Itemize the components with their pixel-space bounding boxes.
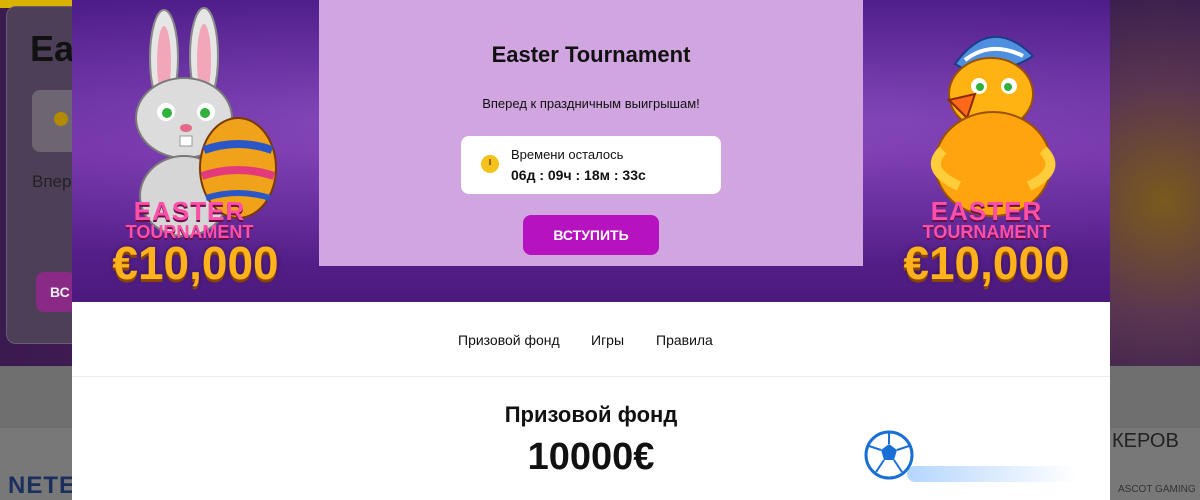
chick-illustration: EASTER TOURNAMENT €10,000 <box>863 0 1110 302</box>
prize-fund-title: Призовой фонд <box>504 402 678 427</box>
background-right-text: КЕРОВ <box>1112 430 1179 452</box>
football-icon <box>864 430 914 480</box>
countdown-value: 06д : 09ч : 18м : 33с <box>511 167 646 183</box>
background-right-art <box>1108 0 1200 366</box>
bunny-illustration: EASTER TOURNAMENT €10,000 <box>72 0 319 302</box>
promo-amount-text-right: €10,000 <box>903 237 1070 289</box>
tournament-subtitle: Вперед к праздничным выигрышам! <box>482 96 700 111</box>
banner-center-panel: Easter Tournament Вперед к праздничным в… <box>319 0 863 266</box>
background-provider-logo: NETE <box>8 472 77 499</box>
countdown-box: Времени осталось 06д : 09ч : 18м : 33с <box>461 136 721 194</box>
countdown-label: Времени осталось <box>511 147 624 162</box>
tournament-banner: EASTER TOURNAMENT €10,000 Easter Tournam… <box>72 0 1110 302</box>
tab-games[interactable]: Игры <box>591 332 624 348</box>
tournament-modal: EASTER TOURNAMENT €10,000 Easter Tournam… <box>72 0 1110 500</box>
background-right-subtext: ASCOT GAMING <box>1118 484 1196 495</box>
clock-icon <box>481 155 499 173</box>
tournament-title: Easter Tournament <box>491 42 691 67</box>
tab-rules[interactable]: Правила <box>656 332 713 348</box>
background-title: Ea <box>30 28 75 69</box>
background-clock-icon <box>54 112 68 126</box>
football-trail <box>907 466 1077 482</box>
background-subtitle: Впер <box>32 172 72 191</box>
join-button[interactable]: ВСТУПИТЬ <box>523 215 659 255</box>
background-join-button: ВС <box>36 272 76 312</box>
promo-amount-text: €10,000 <box>112 237 279 289</box>
tournament-tabs: Призовой фонд Игры Правила <box>72 302 1110 377</box>
tab-prize-fund[interactable]: Призовой фонд <box>458 332 560 348</box>
